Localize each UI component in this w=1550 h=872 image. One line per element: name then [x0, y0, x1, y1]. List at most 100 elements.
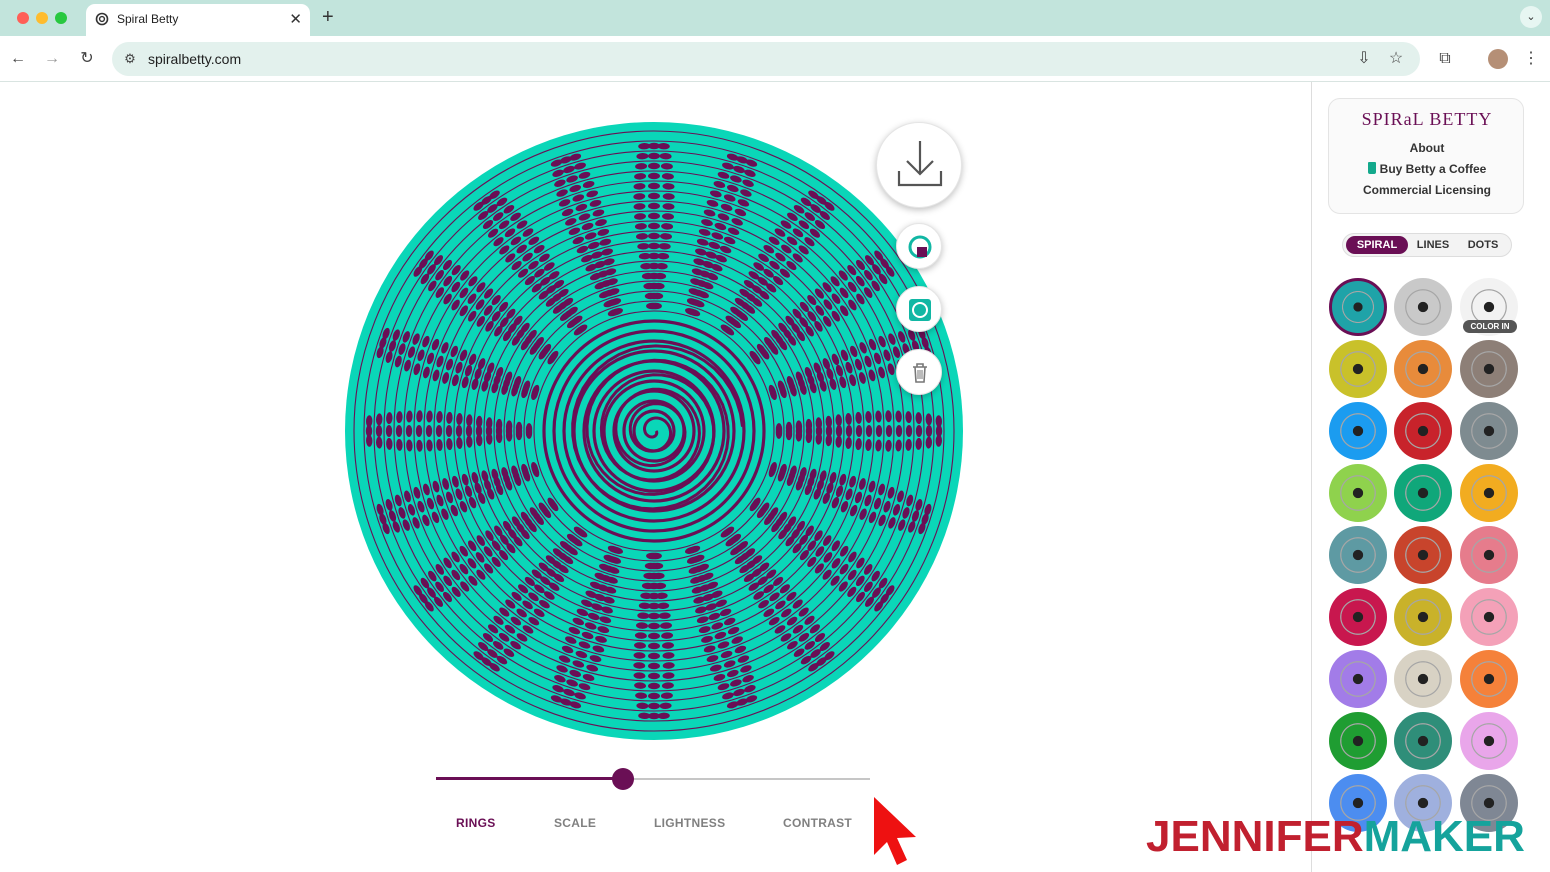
- spiral-petal-dash: [648, 232, 660, 240]
- delete-button[interactable]: [896, 349, 942, 395]
- preset-thumbnail[interactable]: [1329, 526, 1387, 584]
- tab-close-icon[interactable]: ✕: [289, 10, 302, 28]
- slider-fill: [436, 777, 623, 780]
- preset-thumbnail[interactable]: [1394, 588, 1452, 646]
- spiral-petal-dash: [648, 652, 660, 660]
- preset-thumbnail[interactable]: [1394, 650, 1452, 708]
- color-in-badge: COLOR IN: [1463, 320, 1517, 333]
- spiral-petal-dash: [415, 425, 423, 437]
- spiral-petal-dash: [648, 612, 660, 620]
- preset-thumbnail[interactable]: [1394, 340, 1452, 398]
- more-menu-icon[interactable]: ⋮: [1522, 50, 1540, 68]
- spiral-petal-dash: [895, 425, 903, 437]
- site-settings-icon[interactable]: ⚙: [121, 50, 139, 68]
- spiral-petal-dash: [648, 172, 660, 180]
- preset-thumbnail[interactable]: [1329, 402, 1387, 460]
- browser-tab[interactable]: Spiral Betty ✕: [86, 4, 310, 36]
- spiral-petal-dash: [845, 425, 853, 437]
- tab-search-chevron-icon[interactable]: ⌄: [1520, 6, 1542, 28]
- spiral-petal-dash: [648, 692, 660, 700]
- watermark-part-2: MAKER: [1363, 812, 1525, 861]
- preset-thumbnail[interactable]: [1460, 526, 1518, 584]
- mouse-cursor-icon: [874, 797, 916, 865]
- address-bar[interactable]: ⚙ spiralbetty.com ⇩ ☆: [112, 42, 1420, 76]
- spiral-petal-dash: [648, 662, 660, 670]
- spiral-petal-dash: [648, 242, 660, 250]
- download-button[interactable]: [876, 122, 962, 208]
- browser-tab-strip: Spiral Betty ✕ + ⌄: [0, 0, 1550, 36]
- spiral-petal-dash: [648, 222, 660, 230]
- new-tab-button[interactable]: +: [322, 6, 334, 29]
- preset-thumbnail[interactable]: [1329, 588, 1387, 646]
- spiral-petal-dash: [925, 425, 933, 437]
- preset-thumbnail[interactable]: [1394, 712, 1452, 770]
- spiral-petal-dash: [915, 425, 923, 437]
- spiral-petal-dash: [875, 425, 883, 437]
- close-window-button[interactable]: [17, 12, 29, 24]
- preset-thumbnail[interactable]: [1329, 650, 1387, 708]
- spiral-petal-dash: [648, 182, 660, 190]
- forward-icon[interactable]: →: [43, 50, 61, 68]
- site-menu: SPIRaL BETTY About Buy Betty a Coffee Co…: [1328, 98, 1524, 214]
- profile-avatar[interactable]: [1488, 49, 1508, 69]
- back-icon[interactable]: ←: [9, 50, 27, 68]
- about-link[interactable]: About: [1329, 141, 1525, 155]
- jennifermaker-watermark: JENNIFERMAKER: [1146, 812, 1525, 862]
- spiral-petal-dash: [648, 632, 660, 640]
- preset-thumbnail[interactable]: [1329, 340, 1387, 398]
- preset-thumbnail[interactable]: [1329, 278, 1387, 336]
- slider-tab-scale[interactable]: SCALE: [554, 816, 596, 830]
- shuffle-colors-button[interactable]: [896, 223, 942, 269]
- preset-thumbnail[interactable]: [1329, 712, 1387, 770]
- spiral-petal-dash: [405, 425, 413, 437]
- preset-thumbnail[interactable]: [1329, 464, 1387, 522]
- spiral-petal-dash: [648, 162, 660, 170]
- frame-icon: [909, 299, 931, 321]
- buy-coffee-label: Buy Betty a Coffee: [1379, 162, 1487, 176]
- extensions-icon[interactable]: ⧉: [1436, 50, 1454, 68]
- spiral-petal-dash: [648, 202, 660, 210]
- watermark-part-1: JENNIFER: [1146, 812, 1364, 861]
- preset-thumbnail[interactable]: [1460, 712, 1518, 770]
- zoom-window-button[interactable]: [55, 12, 67, 24]
- preset-thumbnail[interactable]: [1460, 402, 1518, 460]
- spiral-canvas[interactable]: [343, 120, 965, 742]
- preset-thumbnail[interactable]: [1394, 526, 1452, 584]
- mode-lines-button[interactable]: LINES: [1409, 236, 1457, 254]
- preset-thumbnail[interactable]: [1460, 340, 1518, 398]
- spiral-petal-dash: [865, 425, 873, 437]
- preset-thumbnail[interactable]: [1460, 464, 1518, 522]
- preset-thumbnail[interactable]: [1394, 278, 1452, 336]
- minimize-window-button[interactable]: [36, 12, 48, 24]
- download-icon: [897, 141, 943, 187]
- preset-thumbnail[interactable]: [1460, 650, 1518, 708]
- mode-dots-button[interactable]: DOTS: [1459, 236, 1507, 254]
- spiral-petal-dash: [905, 425, 913, 437]
- brand-logo[interactable]: SPIRaL BETTY: [1329, 109, 1525, 130]
- spiral-petal-dash: [435, 425, 443, 437]
- slider-tab-lightness[interactable]: LIGHTNESS: [654, 816, 725, 830]
- buy-coffee-link[interactable]: Buy Betty a Coffee: [1329, 162, 1525, 176]
- bookmark-star-icon[interactable]: ☆: [1387, 50, 1405, 68]
- spiral-petal-dash: [648, 192, 660, 200]
- coffee-cup-icon: [1367, 162, 1376, 174]
- url-text[interactable]: spiralbetty.com: [148, 51, 241, 67]
- spiral-petal-dash: [648, 622, 660, 630]
- slider-tab-contrast[interactable]: CONTRAST: [783, 816, 852, 830]
- slider-handle[interactable]: [611, 768, 634, 790]
- spiral-petal-dash: [648, 152, 660, 160]
- preset-thumbnail[interactable]: [1460, 588, 1518, 646]
- frame-button[interactable]: [896, 286, 942, 332]
- reload-icon[interactable]: ↻: [78, 50, 96, 68]
- mode-spiral-button[interactable]: SPIRAL: [1346, 236, 1408, 254]
- spiral-petal-dash: [465, 425, 473, 437]
- spiral-petal-dash: [425, 425, 433, 437]
- preset-thumbnail[interactable]: [1394, 464, 1452, 522]
- slider-tab-rings[interactable]: RINGS: [456, 816, 496, 830]
- tab-title: Spiral Betty: [117, 12, 179, 26]
- preset-thumbnail[interactable]: [1394, 402, 1452, 460]
- spiral-petal-dash: [648, 212, 660, 220]
- install-app-icon[interactable]: ⇩: [1355, 50, 1373, 68]
- commercial-licensing-link[interactable]: Commercial Licensing: [1329, 183, 1525, 197]
- spiral-petal-dash: [648, 702, 660, 710]
